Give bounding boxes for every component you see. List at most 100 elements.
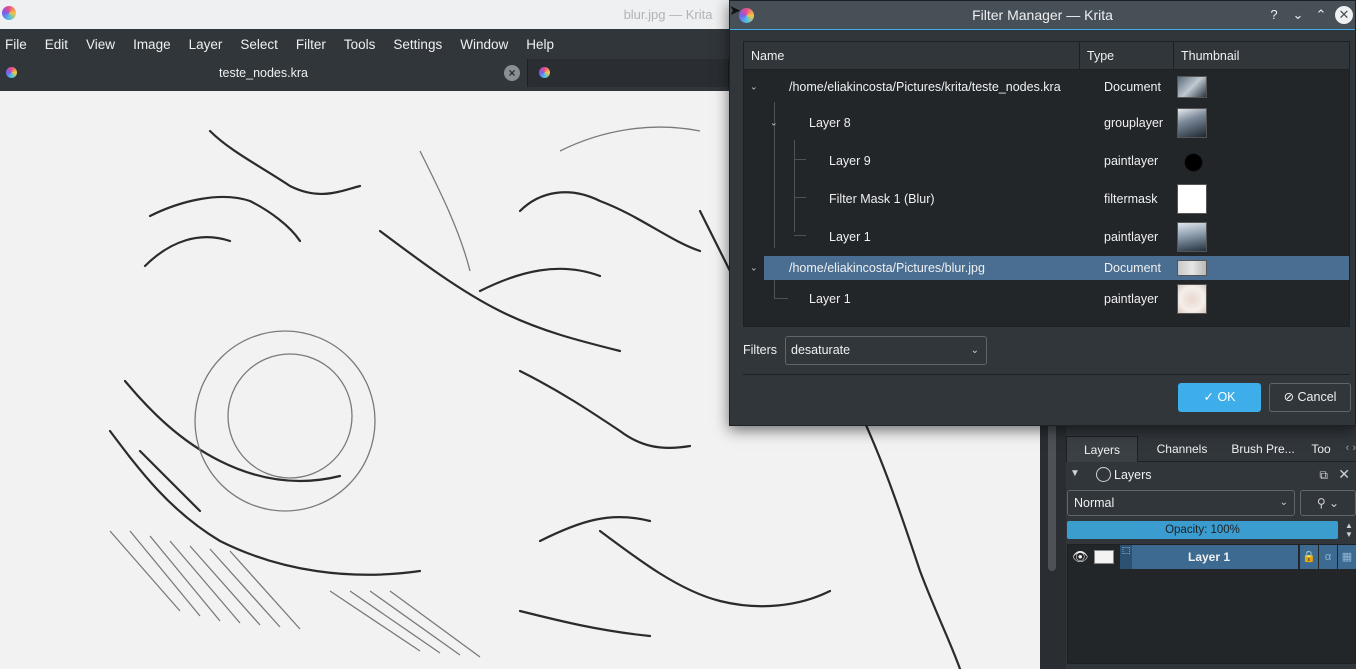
tree-item-name: Layer 1 — [829, 230, 871, 244]
blend-mode-value: Normal — [1074, 496, 1115, 510]
minimize-icon[interactable]: ⌄ — [1289, 6, 1307, 24]
filter-manager-dialog: Filter Manager — Krita ? ⌄ ⌃ ✕ Name Type… — [729, 0, 1356, 426]
opacity-spin-arrows-icon[interactable]: ▲ ▼ — [1342, 521, 1356, 539]
tree-item-type: paintlayer — [1104, 154, 1159, 168]
tree-item-name: /home/eliakincosta/Pictures/krita/teste_… — [789, 80, 1061, 94]
layer-row[interactable]: 👁 ⬚ Layer 1 🔒 α ▦ — [1068, 545, 1356, 569]
layer-name: Layer 1 — [1187, 550, 1231, 564]
lock-icon[interactable]: 🔒 — [1300, 545, 1318, 569]
dialog-titlebar: Filter Manager — Krita ? ⌄ ⌃ ✕ — [730, 1, 1355, 30]
visibility-eye-icon[interactable]: 👁 — [1072, 549, 1089, 565]
cancel-label: Cancel — [1297, 390, 1337, 404]
blend-mode-select[interactable]: Normal ⌄ — [1067, 490, 1295, 516]
layers-docker: Layers Channels Brush Pre... Too ‹ › ▼ L… — [1066, 426, 1356, 669]
chevron-down-icon: ⌄ — [970, 345, 979, 356]
tree-row-document-selected[interactable]: ⌄ /home/eliakincosta/Pictures/blur.jpg D… — [744, 256, 1349, 280]
tree-row-paintlayer[interactable]: Layer 1 paintlayer — [744, 218, 1349, 256]
tab-label: teste_nodes.kra — [219, 66, 308, 80]
menu-filter[interactable]: Filter — [296, 37, 339, 52]
layer-thumbnail — [1177, 284, 1207, 314]
filters-selected-value: desaturate — [791, 343, 851, 357]
document-layer-tree: Name Type Thumbnail ⌄ /home/eliakincosta… — [743, 41, 1350, 327]
expand-arrow-icon[interactable]: ⌄ — [750, 82, 758, 93]
mouse-pointer-icon: ➤ — [729, 2, 741, 18]
column-name[interactable]: Name — [744, 42, 1080, 70]
chevron-down-icon: ⌄ — [1279, 497, 1288, 508]
cancel-icon: ⊘ — [1283, 390, 1298, 404]
tree-item-name: Layer 9 — [829, 154, 871, 168]
document-thumbnail — [1177, 260, 1207, 276]
menu-settings[interactable]: Settings — [393, 37, 455, 52]
layer-thumbnail — [1177, 184, 1207, 214]
layer-thumbnail — [1177, 222, 1207, 252]
tree-item-type: paintlayer — [1104, 292, 1159, 306]
tree-item-type: filtermask — [1104, 192, 1158, 206]
layer-thumbnail — [1094, 550, 1114, 564]
tree-row-filtermask[interactable]: Filter Mask 1 (Blur) filtermask — [744, 180, 1349, 218]
tree-item-name: /home/eliakincosta/Pictures/blur.jpg — [789, 261, 985, 275]
tree-item-type: paintlayer — [1104, 230, 1159, 244]
tree-row-document[interactable]: ⌄ /home/eliakincosta/Pictures/krita/test… — [744, 70, 1349, 104]
tab-blur[interactable] — [529, 59, 729, 87]
ok-button[interactable]: ✓ OK — [1178, 383, 1261, 412]
filters-label: Filters — [743, 343, 778, 357]
menu-select[interactable]: Select — [240, 37, 291, 52]
column-thumbnail[interactable]: Thumbnail — [1174, 42, 1349, 70]
expand-arrow-icon[interactable]: ⌄ — [770, 118, 778, 129]
maximize-icon[interactable]: ⌃ — [1312, 6, 1330, 24]
docker-tabbar: Layers Channels Brush Pre... Too ‹ › — [1066, 436, 1356, 462]
cancel-button[interactable]: ⊘ Cancel — [1269, 383, 1351, 412]
close-docker-icon[interactable]: ✕ — [1338, 466, 1350, 483]
layer-filter-button[interactable]: ⚲ ⌄ — [1300, 490, 1356, 516]
tree-item-type: Document — [1104, 261, 1161, 275]
tab-brush-presets[interactable]: Brush Pre... — [1226, 436, 1300, 462]
document-thumbnail — [1177, 76, 1207, 98]
tab-scroll-arrows-icon[interactable]: ‹ › — [1346, 442, 1356, 454]
menu-file[interactable]: File — [5, 37, 40, 52]
tree-item-name: Layer 1 — [809, 292, 851, 306]
tree-item-name: Filter Mask 1 (Blur) — [829, 192, 935, 206]
tab-tool-options[interactable]: Too — [1306, 436, 1336, 462]
ok-label: OK — [1217, 390, 1236, 404]
tree-row-paintlayer[interactable]: Layer 1 paintlayer — [744, 280, 1349, 318]
filters-row: Filters desaturate ⌄ — [743, 336, 1043, 366]
tree-item-type: grouplayer — [1104, 116, 1164, 130]
menu-help[interactable]: Help — [526, 37, 567, 52]
tree-row-grouplayer[interactable]: ⌄ Layer 8 grouplayer — [744, 104, 1349, 142]
help-icon[interactable]: ? — [1265, 6, 1283, 24]
tab-channels[interactable]: Channels — [1142, 436, 1222, 462]
tab-layers[interactable]: Layers — [1066, 436, 1138, 462]
expand-arrow-icon[interactable]: ⌄ — [750, 263, 758, 274]
column-type[interactable]: Type — [1080, 42, 1174, 70]
tab-teste-nodes[interactable]: teste_nodes.kra × — [0, 59, 528, 87]
inherit-alpha-icon[interactable]: ▦ — [1338, 545, 1356, 569]
tree-header: Name Type Thumbnail — [744, 42, 1349, 70]
menu-image[interactable]: Image — [133, 37, 184, 52]
menu-layer[interactable]: Layer — [189, 37, 236, 52]
menu-tools[interactable]: Tools — [344, 37, 389, 52]
dialog-title: Filter Manager — Krita — [972, 7, 1113, 23]
close-icon[interactable]: × — [504, 65, 520, 81]
tree-item-name: Layer 8 — [809, 116, 851, 130]
menu-edit[interactable]: Edit — [45, 37, 81, 52]
float-docker-icon[interactable]: ⧉ — [1319, 468, 1328, 483]
layer-thumbnail — [1177, 146, 1207, 176]
layers-panel-header: ▼ Layers ⧉ ✕ — [1066, 464, 1356, 486]
opacity-slider[interactable]: Opacity: 100% — [1067, 521, 1338, 539]
divider — [743, 374, 1350, 375]
tree-item-type: Document — [1104, 80, 1161, 94]
menu-view[interactable]: View — [86, 37, 128, 52]
alpha-lock-icon[interactable]: α — [1319, 545, 1337, 569]
scrollbar-thumb[interactable] — [1048, 421, 1056, 571]
layers-panel-title: Layers — [1114, 468, 1152, 482]
collapse-triangle-icon[interactable]: ▼ — [1070, 468, 1080, 479]
filters-select[interactable]: desaturate ⌄ — [785, 336, 987, 365]
checkmark-icon: ✓ — [1203, 390, 1218, 404]
layers-panel-icon — [1096, 467, 1111, 482]
layer-thumbnail — [1177, 108, 1207, 138]
tree-row-paintlayer[interactable]: Layer 9 paintlayer — [744, 142, 1349, 180]
menu-window[interactable]: Window — [460, 37, 521, 52]
close-icon[interactable]: ✕ — [1335, 6, 1353, 24]
krita-doc-icon — [539, 67, 550, 78]
funnel-icon: ⚲ ⌄ — [1316, 496, 1340, 510]
